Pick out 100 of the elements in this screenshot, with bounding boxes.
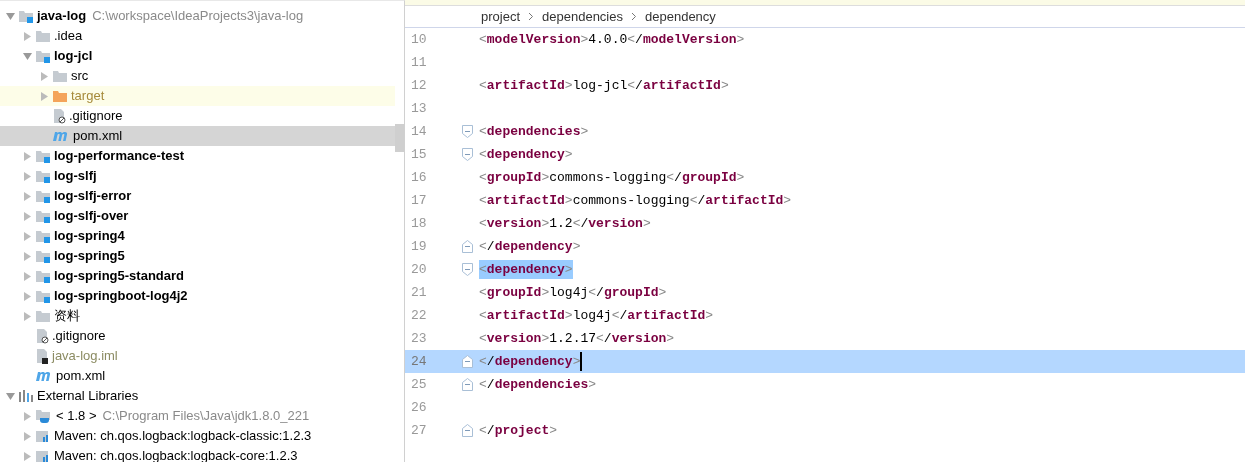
tree-item[interactable]: log-springboot-log4j2 — [0, 286, 395, 306]
fold-icon[interactable] — [461, 148, 473, 161]
line-number: 18 — [410, 214, 428, 233]
unfold-icon[interactable] — [461, 240, 473, 253]
code-line: </dependencies> — [479, 375, 597, 394]
tree-label: java-log — [37, 7, 87, 26]
tree-label: .idea — [54, 27, 83, 46]
tree-item[interactable]: log-slfj-error — [0, 186, 395, 206]
code-line: <artifactId>commons-logging</artifactId> — [479, 191, 792, 210]
code-line: </dependency> — [479, 237, 581, 256]
collapse-arrow-icon[interactable] — [22, 51, 32, 61]
tree-label: pom.xml — [73, 127, 123, 146]
tree-item[interactable]: log-performance-test — [0, 146, 395, 166]
tree-item[interactable]: pom.xml — [0, 126, 395, 146]
folder-icon — [35, 29, 51, 43]
tree-item[interactable]: 资料 — [0, 306, 395, 326]
line-number: 17 — [410, 191, 428, 210]
module-folder-icon — [35, 189, 51, 203]
tree-item[interactable]: Maven: ch.qos.logback:logback-classic:1.2.3 — [0, 426, 395, 446]
module-folder-icon — [35, 209, 51, 223]
tree-item[interactable]: log-jcl — [0, 46, 395, 66]
expand-arrow-icon[interactable] — [22, 251, 32, 261]
expand-arrow-icon[interactable] — [22, 431, 32, 441]
library-icon — [35, 429, 51, 443]
line-number: 16 — [410, 168, 428, 187]
unfold-icon[interactable] — [461, 378, 473, 391]
tree-label: .gitignore — [52, 327, 106, 346]
scrollbar-thumb[interactable] — [395, 124, 404, 152]
expand-arrow-icon[interactable] — [22, 191, 32, 201]
tree-item[interactable]: log-spring5-standard — [0, 266, 395, 286]
breadcrumb-item[interactable]: dependency — [645, 6, 716, 27]
expand-arrow-icon[interactable] — [22, 451, 32, 461]
tree-item[interactable]: .gitignore — [0, 106, 395, 126]
tree-item[interactable]: log-slfj-over — [0, 206, 395, 226]
ignored-file-icon — [52, 108, 66, 124]
tree-item[interactable]: log-spring4 — [0, 226, 395, 246]
expand-arrow-icon[interactable] — [39, 71, 49, 81]
line-number: 26 — [410, 398, 428, 417]
tree-item[interactable]: log-spring5 — [0, 246, 395, 266]
module-folder-icon — [35, 249, 51, 263]
chevron-icon — [631, 12, 637, 21]
tree-label: < 1.8 > — [56, 407, 97, 426]
tree-label: target — [71, 87, 105, 106]
tree-item[interactable]: java-log.iml — [0, 346, 395, 366]
expand-arrow-icon[interactable] — [22, 311, 32, 321]
tree-label: Maven: ch.qos.logback:logback-classic:1.2.3 — [54, 427, 312, 446]
folder-icon — [35, 309, 51, 323]
tree-item[interactable]: < 1.8 > C:\Program Files\Java\jdk1.8.0_221 — [0, 406, 395, 426]
jdk-folder-icon — [35, 409, 53, 423]
expand-arrow-icon[interactable] — [22, 171, 32, 181]
module-folder-icon — [35, 169, 51, 183]
code-line: <groupId>commons-logging</groupId> — [479, 168, 745, 187]
expand-arrow-icon[interactable] — [22, 151, 32, 161]
tree-label: src — [71, 67, 89, 86]
line-number: 13 — [410, 99, 428, 118]
line-number: 11 — [410, 53, 428, 72]
expand-arrow-icon[interactable] — [22, 211, 32, 221]
module-folder-icon — [18, 9, 34, 23]
folder-icon — [52, 89, 68, 103]
breadcrumb-item[interactable]: project — [481, 6, 521, 27]
chevron-icon — [528, 12, 535, 21]
tree-item[interactable]: src — [0, 66, 395, 86]
module-folder-icon — [35, 149, 51, 163]
fold-icon[interactable] — [461, 263, 473, 276]
line-number: 14 — [410, 122, 428, 141]
collapse-arrow-icon[interactable] — [5, 11, 15, 21]
expand-arrow-icon[interactable] — [22, 31, 32, 41]
tree-item[interactable]: java-log C:\workspace\IdeaProjects3\java-log — [0, 6, 395, 26]
unfold-icon[interactable] — [461, 424, 473, 437]
tree-label: log-jcl — [54, 47, 93, 66]
expand-arrow-icon[interactable] — [39, 91, 49, 101]
unfold-icon[interactable] — [461, 355, 473, 368]
fold-icon[interactable] — [461, 125, 473, 138]
tree-label: External Libraries — [37, 387, 139, 406]
line-number: 25 — [410, 375, 428, 394]
code-line: <dependencies> — [479, 122, 589, 141]
expand-arrow-icon[interactable] — [22, 231, 32, 241]
path-label: C:\workspace\IdeaProjects3\java-log — [92, 7, 304, 26]
expand-arrow-icon[interactable] — [22, 291, 32, 301]
expand-arrow-icon[interactable] — [22, 271, 32, 281]
module-folder-icon — [35, 289, 51, 303]
tree-item[interactable]: .idea — [0, 26, 395, 46]
path-label: C:\Program Files\Java\jdk1.8.0_221 — [102, 407, 310, 426]
line-number: 20 — [410, 260, 428, 279]
maven-icon — [52, 129, 70, 143]
tree-label: log-slfj — [54, 167, 97, 186]
tree-item[interactable]: External Libraries — [0, 386, 395, 406]
tree-item[interactable]: .gitignore — [0, 326, 395, 346]
collapse-arrow-icon[interactable] — [5, 391, 15, 401]
expand-arrow-icon[interactable] — [22, 411, 32, 421]
line-number: 23 — [410, 329, 428, 348]
tree-item[interactable]: log-slfj — [0, 166, 395, 186]
breadcrumb-item[interactable]: dependencies — [542, 6, 623, 27]
line-number: 15 — [410, 145, 428, 164]
libraries-icon — [18, 389, 34, 403]
code-line: </project> — [479, 421, 558, 440]
tree-label: log-spring5-standard — [54, 267, 184, 286]
line-number: 24 — [410, 352, 428, 371]
tree-item[interactable]: pom.xml — [0, 366, 395, 386]
tree-label: log-spring4 — [54, 227, 125, 246]
